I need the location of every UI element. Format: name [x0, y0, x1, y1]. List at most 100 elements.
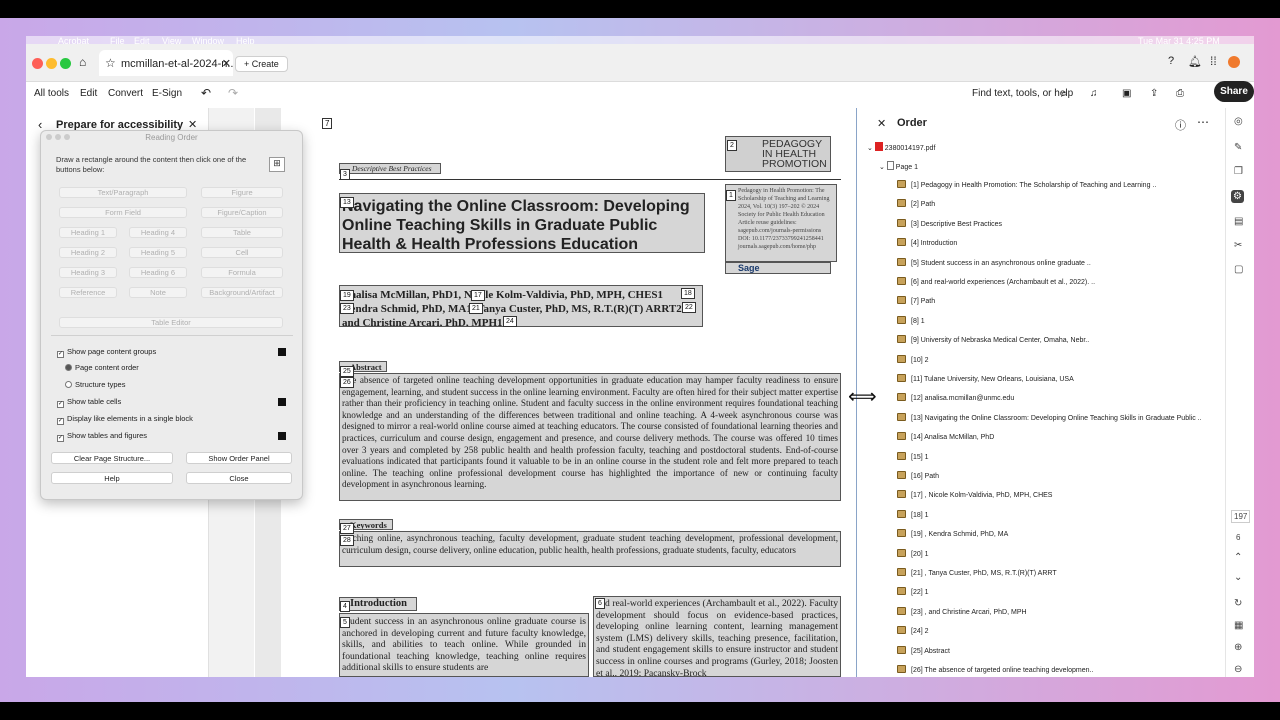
tree-item[interactable]: [17] , Nicole Kolm-Valdivia, PhD, MPH, C…: [897, 490, 1052, 499]
dialog-zoom-dot[interactable]: [64, 134, 70, 140]
page-current[interactable]: 6: [1236, 533, 1240, 542]
tree-item[interactable]: [5] Student success in an asynchronous o…: [897, 257, 1091, 267]
headphones-icon[interactable]: ♫: [1090, 88, 1098, 99]
info-icon[interactable]: ⓘ: [1175, 117, 1186, 133]
table-editor-button[interactable]: Table Editor: [59, 317, 283, 328]
scissors-icon[interactable]: ✂: [1234, 240, 1242, 251]
close-window-button[interactable]: [32, 58, 43, 69]
lock-icon[interactable]: ▢: [1234, 264, 1243, 275]
search-box[interactable]: Find text, tools, or help: [972, 88, 1073, 99]
page-content-order-radio[interactable]: Page content order: [65, 363, 139, 372]
title-block[interactable]: Navigating the Online Classroom: Develop…: [339, 193, 705, 253]
tree-item[interactable]: [3] Descriptive Best Practices: [897, 218, 1002, 228]
upload-icon[interactable]: ⇪: [1150, 88, 1158, 99]
tree-item[interactable]: [19] , Kendra Schmid, PhD, MA: [897, 529, 1008, 538]
figure-caption-button[interactable]: Figure/Caption: [201, 207, 283, 218]
tree-item[interactable]: [24] 2: [897, 626, 929, 635]
star-icon[interactable]: ☆: [105, 56, 116, 70]
show-groups-checkbox[interactable]: ✓ Show page content groups: [57, 347, 156, 358]
cell-button[interactable]: Cell: [201, 247, 283, 258]
column2-block[interactable]: and real-world experiences (Archambault …: [593, 596, 841, 677]
journal-info-block[interactable]: Pedagogy in Health Promotion: The Schola…: [725, 184, 837, 262]
structure-types-radio[interactable]: Structure types: [65, 380, 125, 389]
tree-item[interactable]: [12] analisa.mcmillan@unmc.edu: [897, 393, 1014, 402]
avatar[interactable]: [1228, 56, 1240, 68]
page-icon[interactable]: ▤: [1234, 216, 1243, 227]
heading-6-button[interactable]: Heading 6: [129, 267, 187, 278]
tree-item[interactable]: [2] Path: [897, 199, 935, 208]
tree-item[interactable]: [25] Abstract: [897, 645, 950, 655]
tree-item[interactable]: [26] The absence of targeted online teac…: [897, 665, 1093, 674]
background-artifact-button[interactable]: Background/Artifact: [201, 287, 283, 298]
tree-page-node[interactable]: ⌄ Page 1: [879, 161, 918, 171]
intro-block[interactable]: Student success in an asynchronous onlin…: [339, 613, 589, 677]
tree-item[interactable]: [23] , and Christine Arcari, PhD, MPH: [897, 606, 1027, 616]
tree-item[interactable]: [18] 1: [897, 509, 929, 519]
close-tab-icon[interactable]: ✕: [222, 57, 231, 70]
create-button[interactable]: + Create: [235, 56, 288, 72]
color-swatch[interactable]: [278, 432, 286, 440]
close-order-icon[interactable]: ✕: [877, 117, 886, 130]
tree-item[interactable]: [16] Path: [897, 471, 939, 480]
accessibility-icon[interactable]: ◎: [1234, 116, 1243, 127]
print-icon[interactable]: ⎙: [1176, 88, 1184, 99]
save-icon[interactable]: ▣: [1122, 88, 1131, 99]
clear-structure-button[interactable]: Clear Page Structure...: [51, 452, 173, 464]
document-tab[interactable]: ☆ mcmillan-et-al-2024-n... ✕: [99, 50, 233, 76]
edit-button[interactable]: Edit: [80, 88, 97, 99]
home-icon[interactable]: ⌂: [79, 55, 86, 69]
page-total[interactable]: 197: [1231, 510, 1251, 523]
document-icon[interactable]: ▦: [1234, 620, 1243, 631]
order-tool-icon[interactable]: ⚙: [1231, 190, 1244, 203]
note-button[interactable]: Note: [129, 287, 187, 298]
heading-2-button[interactable]: Heading 2: [59, 247, 117, 258]
tree-item[interactable]: [22] 1: [897, 587, 929, 596]
heading-4-button[interactable]: Heading 4: [129, 227, 187, 238]
share-button[interactable]: Share: [1214, 81, 1254, 102]
tree-item[interactable]: [4] Introduction: [897, 238, 957, 247]
figure-button[interactable]: Figure: [201, 187, 283, 198]
tree-item[interactable]: [7] Path: [897, 296, 935, 305]
chevron-down-icon[interactable]: ⌄: [1234, 572, 1242, 583]
journal-logo-block[interactable]: PEDAGOGY IN HEALTH PROMOTION: [725, 136, 831, 172]
tree-item[interactable]: [14] Analisa McMillan, PhD: [897, 432, 994, 441]
help-button[interactable]: Help: [51, 472, 173, 484]
form-field-button[interactable]: Form Field: [59, 207, 187, 218]
tree-item[interactable]: [6] and real-world experiences (Archamba…: [897, 277, 1095, 286]
chevron-up-icon[interactable]: ⌃: [1234, 552, 1242, 563]
text-paragraph-button[interactable]: Text/Paragraph: [59, 187, 187, 198]
display-like-checkbox[interactable]: ✓ Display like elements in a single block: [57, 414, 193, 425]
tree-item[interactable]: [1] Pedagogy in Health Promotion: The Sc…: [897, 180, 1156, 189]
more-options-icon[interactable]: ⋯: [1197, 115, 1209, 129]
esign-button[interactable]: E-Sign: [152, 88, 182, 99]
tree-item[interactable]: [20] 1: [897, 548, 929, 558]
color-swatch[interactable]: [278, 348, 286, 356]
show-tables-checkbox[interactable]: ✓ Show tables and figures: [57, 431, 147, 442]
intro-heading-block[interactable]: Introduction: [339, 597, 417, 611]
bell-icon[interactable]: 🔔︎: [1188, 55, 1202, 68]
color-swatch[interactable]: [278, 398, 286, 406]
refresh-icon[interactable]: ↻: [1234, 598, 1242, 609]
tree-item[interactable]: [8] 1: [897, 315, 925, 325]
tree-item[interactable]: [11] Tulane University, New Orleans, Lou…: [897, 374, 1074, 383]
tree-item[interactable]: [9] University of Nebraska Medical Cente…: [897, 335, 1089, 344]
copy-icon[interactable]: ❐: [1234, 166, 1243, 177]
convert-button[interactable]: Convert: [108, 88, 143, 99]
chevron-down-icon[interactable]: ⌄: [879, 164, 885, 171]
touchup-icon[interactable]: ⊞: [269, 157, 285, 172]
zoom-in-icon[interactable]: ⊕: [1234, 642, 1242, 653]
show-cells-checkbox[interactable]: ✓ Show table cells: [57, 397, 121, 408]
heading-3-button[interactable]: Heading 3: [59, 267, 117, 278]
dialog-close-dot[interactable]: [46, 134, 52, 140]
abstract-block[interactable]: The absence of targeted online teaching …: [339, 373, 841, 501]
sage-logo-block[interactable]: Sage: [725, 262, 831, 274]
keywords-block[interactable]: teaching online, asynchronous teaching, …: [339, 531, 841, 567]
formula-button[interactable]: Formula: [201, 267, 283, 278]
table-button[interactable]: Table: [201, 227, 283, 238]
dialog-min-dot[interactable]: [55, 134, 61, 140]
back-arrow-icon[interactable]: ‹: [38, 117, 42, 132]
zoom-out-icon[interactable]: ⊖: [1234, 664, 1242, 675]
tree-file-node[interactable]: ⌄ 2380014197.pdf: [867, 142, 935, 152]
minimize-window-button[interactable]: [46, 58, 57, 69]
heading-1-button[interactable]: Heading 1: [59, 227, 117, 238]
